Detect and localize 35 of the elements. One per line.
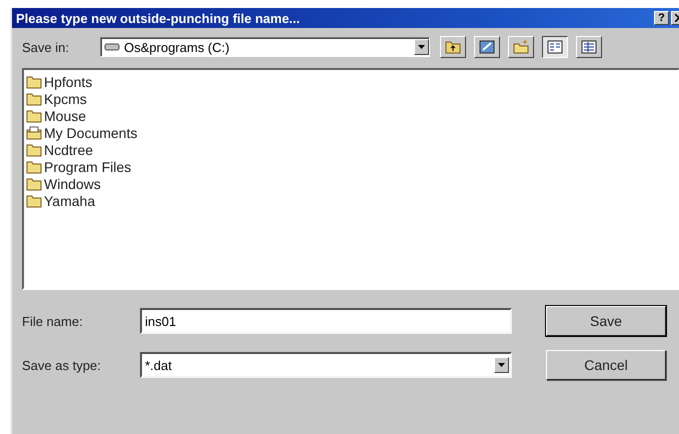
folder-icon <box>26 176 42 190</box>
list-view-icon <box>547 40 563 54</box>
save-button[interactable]: Save <box>546 306 666 336</box>
file-name-label: File name: <box>22 314 84 328</box>
help-button[interactable]: ? <box>654 11 669 25</box>
folder-name[interactable]: My Documents <box>44 124 138 140</box>
folder-icon <box>26 194 42 208</box>
folder-name[interactable]: Ncdtree <box>44 142 94 158</box>
save-as-type-dropdown[interactable]: *.dat <box>140 352 512 378</box>
up-folder-icon <box>445 40 461 54</box>
details-view-icon <box>581 40 597 54</box>
folder-name[interactable]: Program Files <box>44 158 132 174</box>
cancel-button[interactable]: Cancel <box>546 350 666 380</box>
dropdown-caret-icon <box>418 45 425 49</box>
save-in-label: Save in: <box>22 40 70 54</box>
folder-icon <box>26 92 42 106</box>
folder-name[interactable]: Hpfonts <box>44 74 92 90</box>
window-title: Please type new outside-punching file name... <box>16 10 301 26</box>
folder-name[interactable]: Yamaha <box>44 192 96 208</box>
folder-name[interactable]: Windows <box>44 176 101 192</box>
file-name-field[interactable]: ins01 <box>140 308 512 334</box>
documents-folder-icon <box>26 126 42 140</box>
dropdown-caret-icon <box>498 363 505 367</box>
new-folder-icon <box>513 40 529 54</box>
folder-icon <box>26 108 42 122</box>
folder-icon <box>26 160 42 174</box>
folder-icon <box>26 142 42 156</box>
save-in-dropdown[interactable]: Os&programs (C:) <box>100 37 430 57</box>
desktop-icon <box>479 40 495 54</box>
toolbar-button[interactable] <box>542 36 568 58</box>
folder-icon <box>26 74 42 88</box>
drive-icon <box>104 42 120 52</box>
folder-name[interactable]: Mouse <box>44 108 86 124</box>
save-as-type-label: Save as type: <box>22 358 102 372</box>
folder-name[interactable]: Kpcms <box>44 90 87 106</box>
